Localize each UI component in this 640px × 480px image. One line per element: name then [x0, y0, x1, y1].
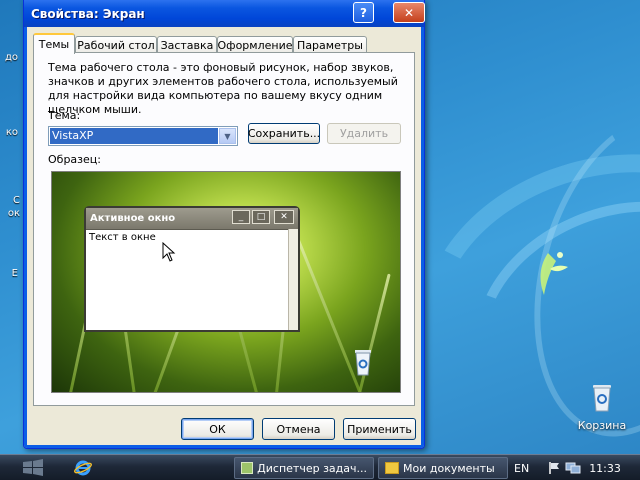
network-icon[interactable]	[565, 461, 581, 475]
recycle-bin-icon	[593, 385, 611, 412]
task-manager-icon	[241, 462, 254, 474]
preview-window-title-text: Активное окно	[90, 213, 176, 224]
start-button[interactable]	[4, 456, 62, 480]
theme-label: Тема:	[48, 109, 81, 122]
taskbar: Диспетчер задач... Мои документы EN 11:3…	[0, 454, 640, 480]
taskbar-item-my-documents[interactable]: Мои документы	[378, 457, 508, 479]
theme-select[interactable]: VistaXP ▼	[48, 126, 238, 146]
theme-preview: Активное окно _ □ ✕ Текст в окне	[51, 171, 401, 393]
tab-screensaver[interactable]: Заставка	[157, 36, 217, 53]
close-button[interactable]: ✕	[393, 2, 425, 23]
tab-settings[interactable]: Параметры	[293, 36, 367, 53]
close-icon: ✕	[403, 5, 415, 20]
theme-description: Тема рабочего стола - это фоновый рисуно…	[48, 61, 398, 116]
cancel-button[interactable]: Отмена	[262, 418, 335, 440]
desktop-recycle-bin[interactable]: Корзина	[574, 380, 630, 432]
desktop-icon-label[interactable]: С ок	[0, 194, 20, 220]
preview-scrollbar	[288, 229, 298, 330]
close-icon: ✕	[274, 210, 294, 224]
clock[interactable]: 11:33	[589, 462, 621, 475]
taskbar-item-label: Мои документы	[403, 461, 495, 475]
desktop-icon-label[interactable]: до	[0, 52, 18, 63]
title-bar[interactable]: Свойства: Экран ? ✕	[24, 0, 425, 27]
display-properties-dialog: Свойства: Экран ? ✕ Темы Рабочий стол За…	[23, 0, 425, 449]
tab-themes[interactable]: Темы	[33, 33, 75, 54]
sample-label: Образец:	[48, 153, 101, 166]
desktop-icon-label[interactable]: Е	[0, 268, 18, 279]
preview-active-window: Активное окно _ □ ✕ Текст в окне	[84, 206, 300, 332]
folder-icon	[385, 462, 399, 474]
apply-button[interactable]: Применить	[343, 418, 416, 440]
desktop-icon-label[interactable]: ко	[0, 127, 18, 138]
tab-desktop[interactable]: Рабочий стол	[75, 36, 157, 53]
delete-theme-button[interactable]: Удалить	[327, 123, 401, 144]
windows-logo-icon	[540, 252, 568, 295]
theme-select-value: VistaXP	[50, 128, 218, 144]
system-tray: EN 11:33	[508, 455, 640, 480]
ok-button[interactable]: ОК	[181, 418, 254, 440]
language-indicator[interactable]: EN	[514, 462, 529, 475]
help-button[interactable]: ?	[353, 2, 374, 23]
cursor-icon	[162, 242, 176, 262]
window-title: Свойства: Экран	[31, 6, 145, 21]
windows-start-icon	[23, 459, 43, 476]
recycle-bin-label: Корзина	[577, 419, 627, 432]
taskbar-item-task-manager[interactable]: Диспетчер задач...	[234, 457, 374, 479]
themes-panel: Тема рабочего стола - это фоновый рисуно…	[33, 52, 415, 406]
internet-explorer-icon[interactable]	[74, 459, 92, 477]
tab-appearance[interactable]: Оформление	[217, 36, 293, 53]
maximize-icon: □	[252, 210, 270, 224]
save-theme-button[interactable]: Сохранить...	[248, 123, 320, 144]
preview-window-body: Текст в окне	[86, 229, 288, 330]
taskbar-item-label: Диспетчер задач...	[257, 461, 367, 475]
preview-window-text: Текст в окне	[89, 232, 156, 243]
preview-recycle-bin-icon	[355, 350, 371, 376]
chevron-down-icon[interactable]: ▼	[219, 128, 236, 144]
flag-icon[interactable]	[547, 461, 561, 475]
minimize-icon: _	[232, 210, 250, 224]
